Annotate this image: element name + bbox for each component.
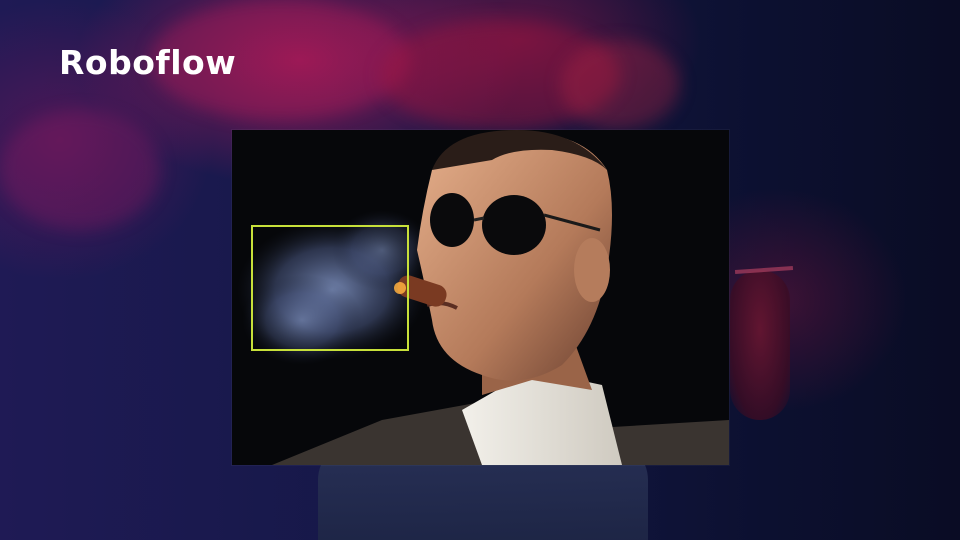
- slide-canvas: Roboflow: [0, 0, 960, 540]
- roboflow-logo: Roboflow: [59, 43, 237, 82]
- background-smoke: [560, 40, 680, 130]
- sunglasses-lens: [430, 193, 474, 247]
- background-smoke: [0, 110, 160, 230]
- annotated-photo: [232, 130, 729, 465]
- sunglasses-bridge: [473, 216, 485, 222]
- sunglasses-lens: [482, 195, 546, 255]
- background-hand: [730, 270, 790, 420]
- ear: [574, 238, 610, 302]
- smoke-bounding-box: [251, 225, 409, 351]
